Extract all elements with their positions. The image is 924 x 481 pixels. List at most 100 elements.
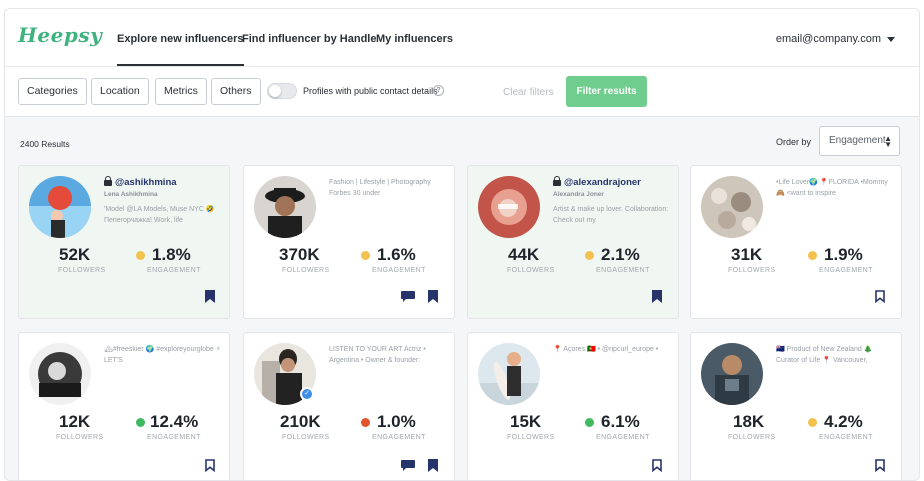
bookmark-outline-icon[interactable] xyxy=(875,290,885,303)
engagement-value: 1.6% xyxy=(377,245,416,264)
influencer-card[interactable]: @ashikhmina Lena Ashikhmina 'Model @LA M… xyxy=(18,165,230,319)
verified-badge-icon: ✓ xyxy=(300,387,314,401)
influencer-card[interactable]: 🏔#freeskier 🌍 #exploreyourglobe ⚡ LET'S … xyxy=(18,332,230,480)
engagement-label: ENGAGEMENT xyxy=(372,434,426,441)
influencer-bio: 📍 Açores 🇵🇹 • @ripcurl_europe • xyxy=(553,346,659,353)
order-by-value: Engagement xyxy=(829,135,886,146)
engagement-indicator-dot xyxy=(361,418,370,427)
engagement-value: 6.1% xyxy=(601,412,640,431)
engagement-value: 12.4% xyxy=(150,412,199,431)
engagement-value: 1.8% xyxy=(152,245,191,264)
engagement-indicator-dot xyxy=(361,251,370,260)
engagement-indicator-dot xyxy=(808,418,817,427)
avatar xyxy=(478,343,540,405)
bookmark-icon[interactable] xyxy=(205,290,215,303)
engagement-indicator-dot xyxy=(808,251,817,260)
categories-filter-button[interactable]: Categories xyxy=(18,78,87,105)
influencer-handle[interactable]: @ashikhmina xyxy=(104,176,177,188)
followers-label: FOLLOWERS xyxy=(56,434,104,441)
followers-value: 12K xyxy=(59,412,91,431)
influencer-card[interactable]: 📍 Açores 🇵🇹 • @ripcurl_europe • 15K FOLL… xyxy=(467,332,679,480)
influencer-bio: 🏔#freeskier 🌍 #exploreyourglobe ⚡ LET'S xyxy=(104,346,221,364)
bookmark-outline-icon[interactable] xyxy=(652,459,662,472)
engagement-indicator-dot xyxy=(136,251,145,260)
influencer-bio: 'Model @LA Models, Muse NYC 🤣 Пепегорчаж… xyxy=(104,206,215,224)
bookmark-icon[interactable] xyxy=(428,459,438,472)
public-contact-toggle-label: Profiles with public contact details xyxy=(303,86,438,96)
engagement-label: ENGAGEMENT xyxy=(819,434,873,441)
tab-explore-new-influencers[interactable]: Explore new influencers xyxy=(117,33,244,66)
engagement-indicator-dot xyxy=(136,418,145,427)
engagement-value: 4.2% xyxy=(824,412,863,431)
engagement-value: 2.1% xyxy=(601,245,640,264)
influencer-card[interactable]: •Life Lover🌍 📍FLORIDA •Mommy 🙈 <want to … xyxy=(690,165,902,319)
engagement-label: ENGAGEMENT xyxy=(596,267,650,274)
tab-my-influencers[interactable]: My influencers xyxy=(376,33,453,45)
engagement-indicator-dot xyxy=(585,418,594,427)
followers-label: FOLLOWERS xyxy=(58,267,106,274)
influencer-name: Alexandra Joner xyxy=(553,191,604,198)
followers-value: 370K xyxy=(279,245,320,264)
clear-filters-button[interactable]: Clear filters xyxy=(503,87,554,98)
bookmark-outline-icon[interactable] xyxy=(875,459,885,472)
engagement-indicator-dot xyxy=(585,251,594,260)
results-count: 2400 Results xyxy=(20,139,70,149)
followers-label: FOLLOWERS xyxy=(507,267,555,274)
user-email: email@company.com xyxy=(775,33,881,45)
influencer-bio: 🇳🇿 Product of New Zealand 🎄 Curator of L… xyxy=(776,346,873,364)
chevron-down-icon xyxy=(887,36,895,42)
bookmark-icon[interactable] xyxy=(652,290,662,303)
followers-value: 31K xyxy=(731,245,763,264)
order-by-select[interactable]: Engagement ▲ ▼ xyxy=(819,126,900,156)
influencer-bio: •Life Lover🌍 📍FLORIDA •Mommy 🙈 <want to … xyxy=(776,179,888,197)
influencer-card[interactable]: @alexandrajoner Alexandra Joner Artist &… xyxy=(467,165,679,319)
bookmark-icon[interactable] xyxy=(428,290,438,303)
followers-label: FOLLOWERS xyxy=(728,434,776,441)
influencer-handle[interactable]: @alexandrajoner xyxy=(553,176,641,188)
others-filter-button[interactable]: Others xyxy=(211,78,261,105)
heepsy-logo[interactable]: Heepsy xyxy=(18,23,102,47)
engagement-value: 1.0% xyxy=(377,412,416,431)
message-icon[interactable] xyxy=(401,291,415,302)
avatar xyxy=(29,176,91,238)
engagement-label: ENGAGEMENT xyxy=(372,267,426,274)
help-icon[interactable]: ? xyxy=(433,85,444,96)
lock-icon xyxy=(104,176,112,186)
engagement-label: ENGAGEMENT xyxy=(596,434,650,441)
sort-arrows-icon: ▲ ▼ xyxy=(884,134,892,149)
followers-value: 15K xyxy=(510,412,542,431)
influencer-card[interactable]: 🇳🇿 Product of New Zealand 🎄 Curator of L… xyxy=(690,332,902,480)
metrics-filter-button[interactable]: Metrics xyxy=(155,78,207,105)
engagement-label: ENGAGEMENT xyxy=(147,267,201,274)
public-contact-toggle[interactable] xyxy=(267,83,297,99)
engagement-label: ENGAGEMENT xyxy=(819,267,873,274)
avatar xyxy=(701,176,763,238)
followers-value: 210K xyxy=(280,412,321,431)
followers-label: FOLLOWERS xyxy=(282,267,330,274)
app-window: Heepsy Explore new influencers Find infl… xyxy=(4,8,920,481)
bookmark-outline-icon[interactable] xyxy=(205,459,215,472)
avatar xyxy=(701,343,763,405)
order-by-label: Order by xyxy=(776,137,812,147)
followers-value: 44K xyxy=(508,245,540,264)
lock-icon xyxy=(553,176,561,186)
influencer-bio: LISTEN TO YOUR ART Actriz • Argentina • … xyxy=(329,346,426,364)
avatar xyxy=(29,343,91,405)
influencer-card[interactable]: Fashion | Lifestyle | Photography Forbes… xyxy=(243,165,455,319)
top-navbar: Heepsy Explore new influencers Find infl… xyxy=(5,9,919,67)
influencer-name: Lena Ashikhmina xyxy=(104,191,158,198)
filter-results-button[interactable]: Filter results xyxy=(566,76,647,107)
avatar xyxy=(478,176,540,238)
followers-value: 18K xyxy=(733,412,765,431)
followers-value: 52K xyxy=(59,245,91,264)
followers-label: FOLLOWERS xyxy=(282,434,330,441)
engagement-label: ENGAGEMENT xyxy=(147,434,201,441)
avatar xyxy=(254,176,316,238)
engagement-value: 1.9% xyxy=(824,245,863,264)
user-account-menu[interactable]: email@company.com xyxy=(776,33,895,45)
influencer-bio: Artist & make up lover. Collaboration: C… xyxy=(553,206,669,224)
influencer-card[interactable]: ✓ LISTEN TO YOUR ART Actriz • Argentina … xyxy=(243,332,455,480)
location-filter-button[interactable]: Location xyxy=(91,78,149,105)
message-icon[interactable] xyxy=(401,460,415,471)
tab-find-by-handle[interactable]: Find influencer by Handle xyxy=(242,33,376,45)
